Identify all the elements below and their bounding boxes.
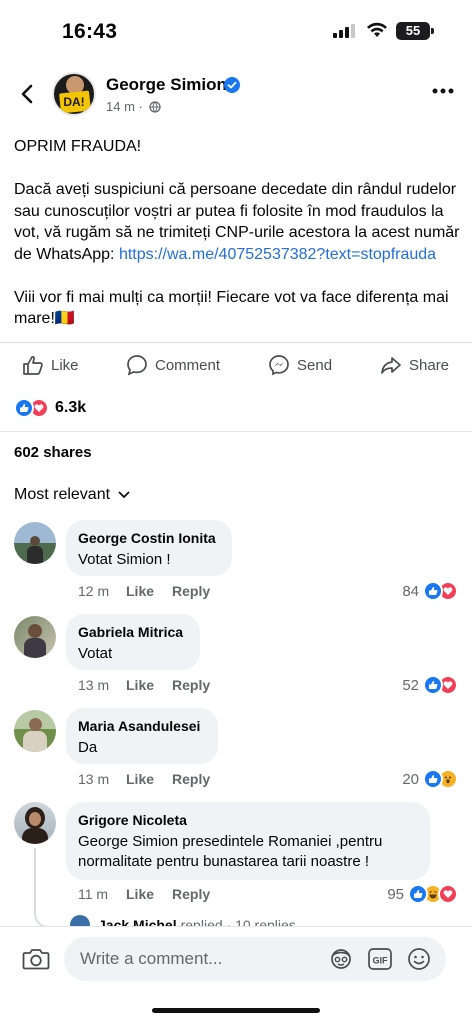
comment-reactions[interactable]: 84 (402, 581, 458, 601)
avatar-sticker-icon[interactable] (328, 946, 354, 972)
share-arrow-icon (381, 357, 401, 374)
post-paragraph-2: Dacă aveți suspiciuni că persoane deceda… (14, 181, 460, 263)
commenter-name[interactable]: Grigore Nicoleta (78, 812, 418, 828)
reaction-count: 6.3k (55, 399, 87, 416)
commenter-name[interactable]: Maria Asandulesei (78, 718, 206, 734)
comment-reply-button[interactable]: Reply (172, 771, 210, 787)
commenter-avatar[interactable] (14, 802, 56, 844)
comment-reactions[interactable]: 20 (402, 769, 458, 789)
comment-reply-button[interactable]: Reply (172, 677, 210, 693)
comment-time: 13 m (78, 771, 110, 787)
share-button[interactable]: Share (380, 353, 449, 377)
comment-reaction-count: 95 (387, 885, 404, 903)
gif-icon[interactable]: GIF (367, 946, 393, 972)
comment-meta: 13 m Like Reply (78, 677, 210, 693)
like-reaction-icon (423, 581, 443, 601)
share-label: Share (409, 356, 450, 374)
like-reaction-icon (423, 769, 443, 789)
commenter-avatar[interactable] (14, 522, 56, 564)
commenter-name[interactable]: George Costin Ionita (78, 530, 220, 546)
comment-time: 11 m (78, 886, 109, 902)
battery-indicator: 55 (396, 22, 430, 40)
comment-input[interactable]: Write a comment... GIF (64, 937, 446, 981)
comment-text: George Simion presedintele Romaniei ,pen… (78, 833, 383, 870)
comment-meta: 11 m Like Reply (78, 886, 210, 902)
comment-bubble[interactable]: Grigore Nicoleta George Simion presedint… (66, 802, 430, 880)
comment-like-button[interactable]: Like (126, 886, 172, 902)
comment-bubble[interactable]: George Costin Ionita Votat Simion ! (66, 520, 232, 576)
sort-label: Most relevant (14, 486, 111, 503)
messenger-icon (269, 355, 289, 376)
comment-reply-button[interactable]: Reply (172, 583, 210, 599)
comment-reply-button[interactable]: Reply (172, 886, 210, 902)
send-button[interactable]: Send (268, 353, 332, 377)
globe-icon (149, 101, 162, 113)
send-label: Send (297, 356, 333, 374)
commenter-name[interactable]: Gabriela Mitrica (78, 624, 188, 640)
comment-meta: 13 m Like Reply (78, 771, 210, 787)
author-name[interactable]: George Simion (106, 75, 227, 95)
reaction-summary[interactable]: 6.3k (14, 396, 86, 420)
comment-input-placeholder: Write a comment... (80, 949, 223, 968)
battery-tip (431, 28, 434, 34)
avatar-logo-text: DA! (63, 95, 85, 109)
commenter-avatar[interactable] (14, 710, 56, 752)
emoji-icon[interactable] (406, 946, 432, 972)
like-reaction-icon (423, 675, 443, 695)
verified-badge-icon (224, 77, 240, 93)
comment-reactions[interactable]: 52 (402, 675, 458, 695)
comment-text: Votat Simion ! (78, 551, 171, 568)
comment-like-button[interactable]: Like (126, 583, 172, 599)
reply-thread-line (34, 848, 66, 928)
commenter-avatar[interactable] (14, 616, 56, 658)
like-reaction-icon (408, 884, 428, 904)
comment-like-button[interactable]: Like (126, 771, 172, 787)
post-header: DA! George Simion 14 m · (0, 66, 472, 122)
comment-time: 13 m (78, 677, 110, 693)
comment-text: Da (78, 739, 98, 756)
post-meta: 14 m · (106, 99, 162, 114)
comment-text: Votat (78, 645, 113, 662)
comment-reaction-count: 84 (402, 582, 419, 600)
svg-text:GIF: GIF (373, 956, 389, 966)
share-count[interactable]: 602 shares (14, 444, 92, 461)
like-button[interactable]: Like (22, 353, 79, 377)
status-bar: 16:43 55 (0, 0, 472, 62)
comment-bubble-icon (127, 355, 147, 376)
comment-bubble[interactable]: Gabriela Mitrica Votat (66, 614, 200, 670)
comment-label: Comment (155, 356, 221, 374)
whatsapp-link[interactable]: https://wa.me/40752537382?text=stopfraud… (119, 246, 436, 263)
comment-bubble[interactable]: Maria Asandulesei Da (66, 708, 218, 764)
post-time: 14 m (106, 99, 135, 114)
status-time: 16:43 (62, 20, 118, 43)
like-reaction-icon (14, 398, 34, 418)
comment-button[interactable]: Comment (126, 353, 220, 377)
more-options-icon[interactable] (432, 88, 454, 94)
comment-reaction-count: 20 (402, 770, 419, 788)
comment-meta: 12 m Like Reply (78, 583, 210, 599)
wifi-icon (367, 22, 387, 37)
comment-time: 12 m (78, 583, 110, 599)
post-paragraph-1: OPRIM FRAUDA! (14, 138, 142, 155)
chevron-down-icon (118, 491, 130, 499)
post-actions: Like Comment Send Share (0, 342, 472, 386)
post-paragraph-3: Viii vor fi mai mulți ca morții! Fiecare… (14, 288, 449, 328)
love-reaction-icon (438, 884, 458, 904)
comment-reaction-count: 52 (402, 676, 419, 694)
post-body: OPRIM FRAUDA! Dacă aveți suspiciuni că p… (14, 136, 460, 351)
comment-like-button[interactable]: Like (126, 677, 172, 693)
like-label: Like (51, 356, 79, 374)
author-avatar[interactable]: DA! (52, 72, 96, 116)
thumbs-up-icon (23, 356, 43, 375)
section-divider (0, 431, 472, 432)
comment-sort-dropdown[interactable]: Most relevant (14, 486, 130, 504)
back-arrow-icon[interactable] (14, 80, 42, 108)
cellular-signal-icon (333, 24, 355, 38)
camera-icon[interactable] (22, 947, 50, 971)
home-indicator[interactable] (152, 1008, 320, 1013)
comment-reactions[interactable]: 95 (387, 884, 458, 904)
